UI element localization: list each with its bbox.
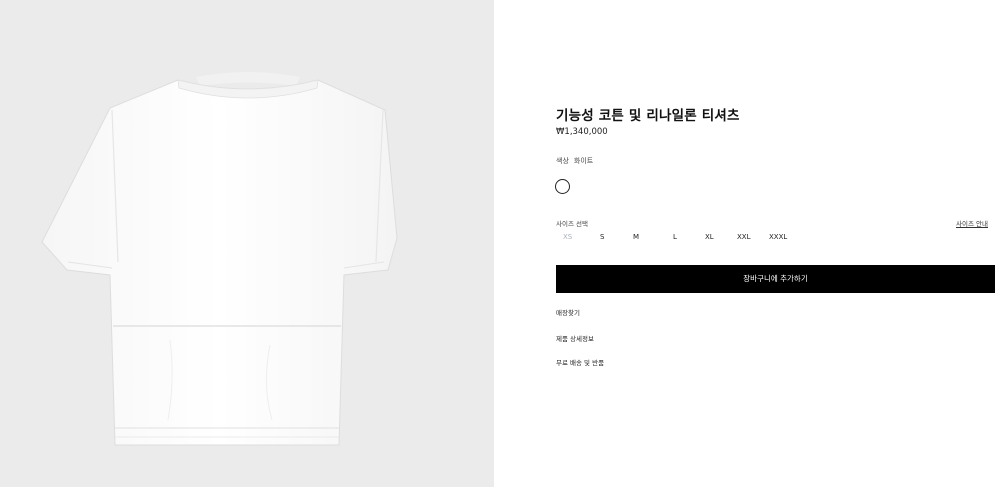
size-option-xxxl[interactable]: XXXL bbox=[769, 233, 787, 241]
color-label: 색상 bbox=[556, 157, 569, 165]
product-title: 기능성 코튼 및 리나일론 티셔츠 bbox=[556, 108, 740, 124]
add-to-cart-button[interactable]: 장바구니에 추가하기 bbox=[556, 265, 995, 293]
product-info-panel: 기능성 코튼 및 리나일론 티셔츠 ₩1,340,000 색상 화이트 사이즈 선… bbox=[494, 0, 995, 487]
color-swatch-white[interactable] bbox=[555, 179, 570, 194]
size-options: XS S M L XL XXL XXXL bbox=[494, 233, 894, 247]
color-value: 화이트 bbox=[573, 157, 594, 165]
product-image bbox=[41, 72, 398, 446]
size-select-label: 사이즈 선택 bbox=[556, 220, 588, 228]
size-option-xl[interactable]: XL bbox=[705, 233, 714, 241]
size-option-xs[interactable]: XS bbox=[563, 233, 572, 241]
shipping-returns-link[interactable]: 무료 배송 및 반품 bbox=[556, 357, 604, 367]
size-option-s[interactable]: S bbox=[600, 233, 604, 241]
product-details-link[interactable]: 제품 상세정보 bbox=[556, 333, 594, 343]
size-guide-link[interactable]: 사이즈 안내 bbox=[956, 218, 988, 228]
color-row: 색상 화이트 bbox=[556, 156, 593, 166]
size-option-m[interactable]: M bbox=[633, 233, 639, 241]
product-image-panel bbox=[0, 0, 494, 487]
size-option-l[interactable]: L bbox=[673, 233, 677, 241]
product-price: ₩1,340,000 bbox=[556, 127, 608, 137]
size-option-xxl[interactable]: XXL bbox=[737, 233, 751, 241]
store-locator-link[interactable]: 매장찾기 bbox=[556, 307, 580, 317]
